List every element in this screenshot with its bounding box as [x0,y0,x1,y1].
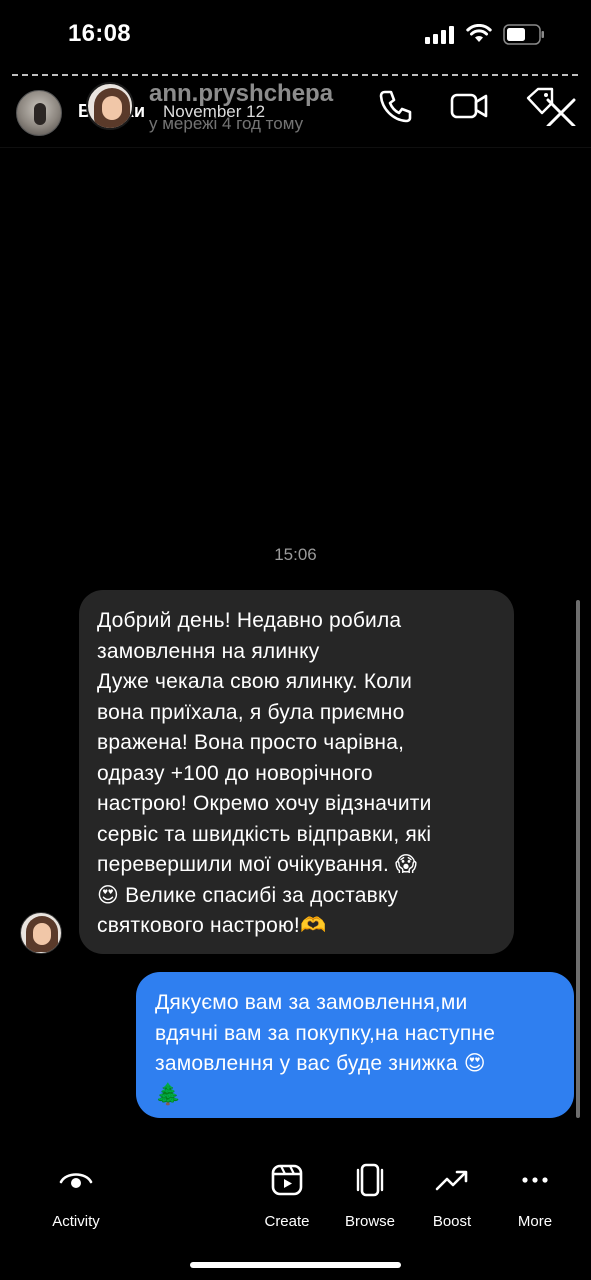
incoming-message-line: Добрий день! Недавно робила [97,609,402,632]
boost-button[interactable]: Boost [407,1162,497,1230]
browse-button[interactable]: Browse [325,1162,415,1230]
incoming-message-line: Дуже чекала свою ялинку. Коли [97,670,413,693]
chat-scrollbar[interactable] [576,600,580,1118]
outgoing-message-line: Дякуємо вам за замовлення,ми [155,991,468,1014]
incoming-message-line: святкового настрою!🫶 [97,914,327,937]
bottom-action-bar: Activity Create Browse Boost More [0,1148,591,1280]
outgoing-message-line: 🌲 [155,1082,182,1106]
message-timestamp: 15:06 [274,545,317,564]
home-indicator[interactable] [190,1262,401,1268]
incoming-message-line: замовлення на ялинку [97,639,320,663]
create-label: Create [264,1213,310,1230]
phone-icon[interactable] [375,86,415,126]
reels-icon [271,1164,303,1196]
wifi-icon [466,23,492,44]
sender-avatar[interactable] [20,912,62,954]
tag-close-icon[interactable] [524,86,578,128]
incoming-message-line: одразу +100 до новорічного [97,761,373,785]
more-icon [522,1177,548,1183]
outgoing-message-bubble[interactable]: Дякуємо вам за замовлення,ми вдячні вам … [136,972,574,1118]
eye-icon [59,1173,93,1188]
chat-header: ann.pryshchepa у мережі 4 год тому [0,76,591,148]
chat-online-status: у мережі 4 год тому [149,114,304,133]
incoming-message-line: 😍 Велике спасибі за доставку [97,883,399,907]
incoming-message-bubble[interactable]: Добрий день! Недавно робила замовлення н… [79,590,514,954]
incoming-message-line: сервіс та швидкість відправки, які [97,822,432,846]
more-button[interactable]: More [490,1162,580,1230]
activity-label: Activity [52,1213,100,1230]
browse-icon [356,1163,384,1197]
video-call-icon[interactable] [449,86,489,126]
incoming-message-line: вражена! Вона просто чарівна, [97,731,405,754]
chat-username[interactable]: ann.pryshchepa [149,80,333,108]
battery-icon [503,24,545,45]
incoming-message-line: вона приїхала, я була приємно [97,700,405,724]
more-label: More [517,1213,553,1230]
create-button[interactable]: Create [242,1162,332,1230]
incoming-message-line: перевершили мої очікування. 😱 [97,853,418,876]
trending-icon [435,1170,468,1191]
chat-avatar[interactable] [86,82,134,130]
outgoing-message-line: замовлення у вас буде знижка 😍 [155,1052,486,1075]
boost-label: Boost [432,1213,472,1230]
cellular-signal-icon [425,26,455,44]
incoming-message-line: настрою! Окремо хочу відзначити [97,792,432,815]
browse-label: Browse [344,1213,396,1230]
outgoing-message-line: вдячні вам за покупку,на наступне [155,1021,496,1045]
status-time: 16:08 [68,20,131,47]
activity-button[interactable]: Activity [31,1162,121,1230]
